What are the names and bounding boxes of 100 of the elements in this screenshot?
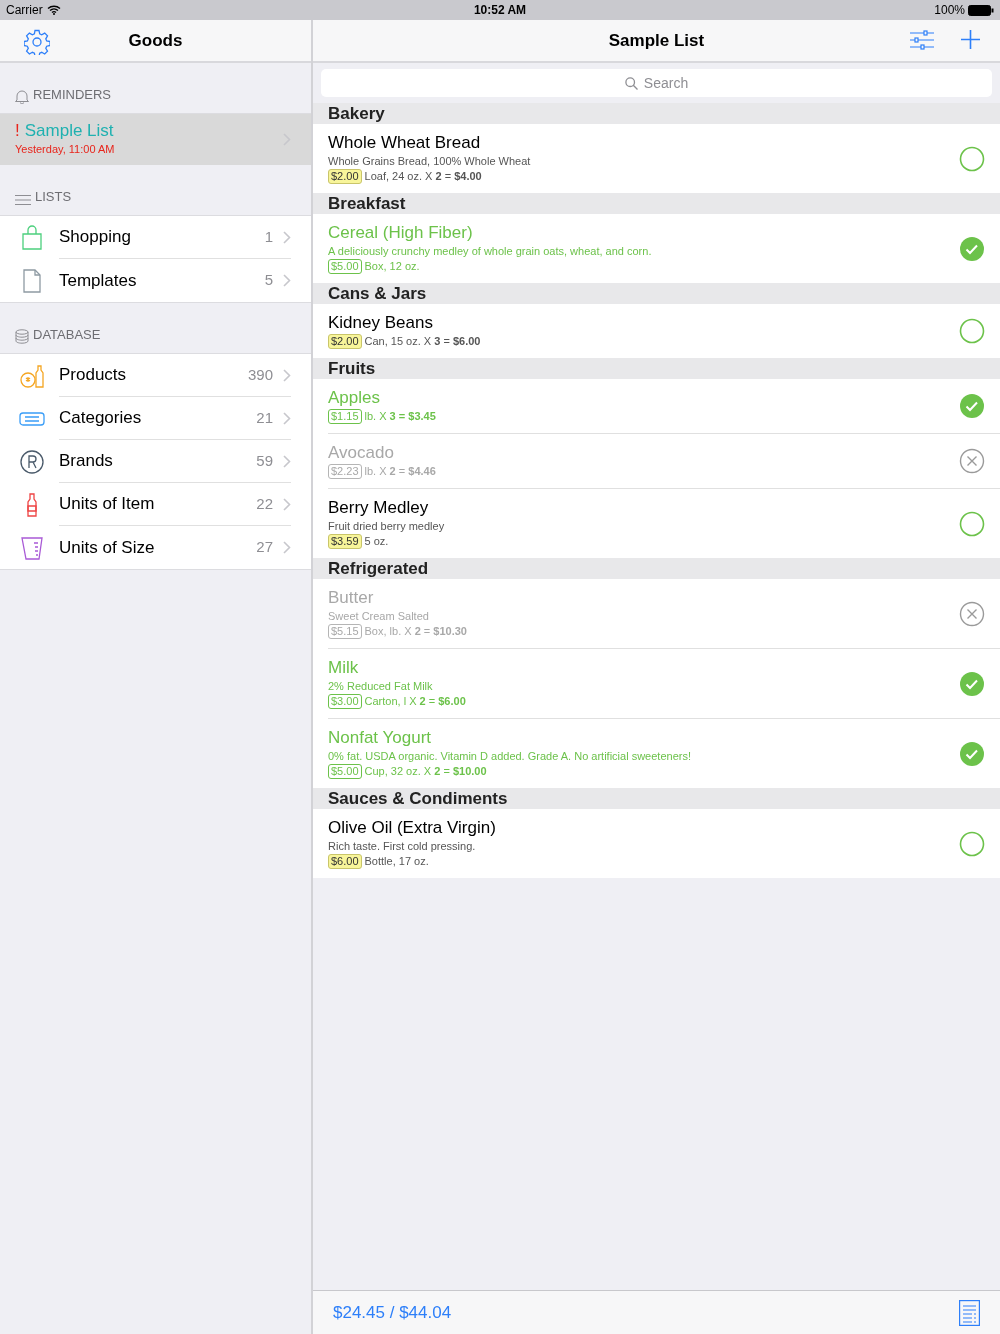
item-detail: 5 oz. (364, 535, 389, 548)
item-name: Apples (328, 388, 381, 408)
list-icon (15, 194, 31, 206)
section-heading: Fruits (313, 358, 1000, 379)
chevron-icon (283, 541, 291, 554)
section-heading: Breakfast (313, 193, 1000, 214)
empty-circle-icon[interactable] (959, 318, 985, 344)
price-tag: $3.59 (328, 534, 362, 549)
section-heading: Sauces & Condiments (313, 788, 1000, 809)
item-count: 59 (256, 450, 273, 471)
price-tag: $6.00 (328, 854, 362, 869)
item-detail: lb. X 3 = $3.45 (364, 410, 436, 423)
item-label: Brands (59, 450, 114, 473)
chevron-icon (283, 274, 291, 287)
item-label: Shopping (59, 226, 132, 249)
item-name: Milk (328, 658, 360, 678)
chevron-icon (283, 411, 291, 425)
check-circle-icon[interactable] (959, 235, 985, 262)
item-name: Cereal (High Fiber) (328, 223, 474, 243)
carrier-label: Carrier (6, 2, 43, 19)
measuring-cup-icon (19, 534, 45, 561)
empty-circle-icon[interactable] (959, 145, 985, 172)
price-tag: $2.00 (328, 334, 362, 349)
search-placeholder: Search (643, 73, 689, 93)
sliders-icon[interactable] (910, 30, 934, 50)
reminder-title: Sample List (24, 121, 114, 142)
empty-circle-icon[interactable] (959, 510, 985, 537)
sidebar-title: Goods (128, 29, 183, 52)
cancel-circle-icon[interactable] (959, 448, 985, 474)
item-count: 390 (247, 364, 273, 385)
bag-icon (19, 224, 45, 251)
database-icon (15, 329, 29, 344)
item-label: Categories (59, 407, 143, 430)
check-circle-icon[interactable] (959, 393, 985, 419)
list-item[interactable]: Whole Wheat Bread Whole Grains Bread, 100% Whole Wheat $2.00 Loaf, 24 oz. X 2 = $4.00 (313, 124, 1000, 193)
section-header: LISTS (35, 187, 72, 206)
list-item[interactable]: Kidney Beans $2.00 Can, 15 oz. X 3 = $6.00 (313, 304, 1000, 358)
item-name: Olive Oil (Extra Virgin) (328, 818, 497, 838)
item-name: Berry Medley (328, 498, 430, 518)
item-detail: Loaf, 24 oz. X 2 = $4.00 (364, 170, 482, 183)
settings-icon[interactable] (24, 29, 50, 55)
chevron-icon (283, 368, 291, 382)
section-heading: Cans & Jars (313, 283, 1000, 304)
list-title: Sample List (608, 29, 705, 52)
check-circle-icon[interactable] (959, 670, 985, 697)
price-tag: $2.00 (328, 169, 362, 184)
item-description: Fruit dried berry medley (328, 519, 446, 533)
item-detail: Box, lb. X 2 = $10.30 (364, 625, 467, 638)
section-heading: Bakery (313, 103, 1000, 124)
item-detail: Carton, l X 2 = $6.00 (364, 695, 466, 708)
item-label: Templates (59, 269, 138, 292)
sidebar-item[interactable]: Categories 21 (0, 397, 311, 440)
registered-icon (19, 448, 45, 475)
chevron-icon (283, 454, 291, 468)
add-icon[interactable] (961, 30, 980, 49)
search-icon (624, 76, 638, 90)
item-label: Units of Size (59, 536, 156, 559)
item-detail: Cup, 32 oz. X 2 = $10.00 (364, 765, 487, 778)
sidebar-item[interactable]: Products 390 (0, 354, 311, 397)
sidebar-item[interactable]: Shopping 1 (0, 216, 311, 259)
reminder-time: Yesterday, 11:00 AM (15, 142, 116, 158)
item-description: Rich taste. First cold pressing. (328, 839, 477, 853)
empty-circle-icon[interactable] (959, 830, 985, 857)
item-name: Nonfat Yogurt (328, 728, 433, 748)
price-tag: $5.15 (328, 624, 362, 639)
wifi-icon (46, 5, 61, 15)
list-item[interactable]: Berry Medley Fruit dried berry medley $3.59 5 oz. (313, 489, 1000, 558)
price-tag: $3.00 (328, 694, 362, 709)
item-label: Units of Item (59, 493, 156, 516)
item-detail: Can, 15 oz. X 3 = $6.00 (364, 335, 481, 348)
item-description: A deliciously crunchy medley of whole grain oats, wheat, and corn. (328, 244, 653, 258)
item-count: 5 (264, 270, 273, 291)
section-header: DATABASE (33, 325, 101, 344)
sidebar-item[interactable]: Brands 59 (0, 440, 311, 483)
item-count: 21 (256, 407, 273, 428)
item-name: Butter (328, 588, 375, 608)
item-description: 2% Reduced Fat Milk (328, 679, 434, 693)
sidebar-item[interactable]: Units of Size 27 (0, 526, 311, 569)
section-heading: Refrigerated (313, 558, 1000, 579)
check-circle-icon[interactable] (959, 740, 985, 767)
sidebar-item[interactable]: Units of Item 22 (0, 483, 311, 526)
total-label: $24.45 / $44.04 (333, 1301, 453, 1324)
item-count: 22 (256, 493, 273, 514)
sidebar-item[interactable]: Templates 5 (0, 259, 311, 302)
item-detail: Box, 12 oz. (364, 260, 420, 273)
battery-label: 100% (934, 2, 965, 19)
cancel-circle-icon[interactable] (959, 600, 985, 627)
item-count: 27 (256, 537, 273, 558)
chevron-icon (283, 497, 291, 511)
item-count: 1 (264, 226, 273, 247)
item-description: 0% fat. USDA organic. Vitamin D added. Grade A. No artificial sweeteners! (328, 749, 692, 763)
list-item[interactable]: Olive Oil (Extra Virgin) Rich taste. First cold pressing. $6.00 Bottle, 17 oz. (313, 809, 1000, 878)
receipt-icon[interactable] (959, 1299, 980, 1326)
alert-mark: ! (15, 121, 20, 142)
item-detail: Bottle, 17 oz. (364, 855, 429, 868)
bell-icon (15, 89, 29, 104)
price-tag: $1.15 (328, 409, 362, 424)
fruit-bottle-icon (19, 362, 45, 389)
item-label: Products (59, 364, 128, 387)
item-name: Kidney Beans (328, 313, 434, 333)
